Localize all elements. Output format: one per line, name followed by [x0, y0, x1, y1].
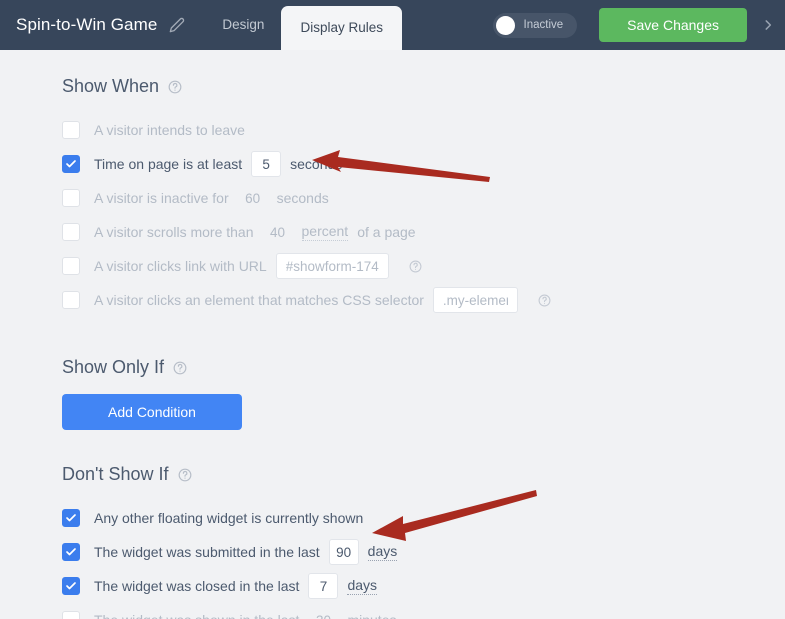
checkbox-widget-shown-in-last[interactable] [62, 611, 80, 619]
rule-other-floating-widget-shown: Any other floating widget is currently s… [62, 501, 785, 535]
rule-visitor-intends-to-leave: A visitor intends to leave [62, 113, 785, 147]
dont-show-if-header: Don't Show If [62, 464, 785, 485]
help-circle-icon[interactable] [178, 468, 192, 482]
visitor-clicks-link-url-input[interactable] [275, 253, 389, 279]
help-circle-icon[interactable] [538, 294, 551, 307]
widget-closed-input[interactable] [308, 573, 339, 599]
chevron-right-icon[interactable] [761, 16, 775, 34]
rule-label: Any other floating widget is currently s… [94, 510, 364, 526]
checkbox-visitor-inactive[interactable] [62, 189, 80, 207]
checkbox-other-floating-widget-shown[interactable] [62, 509, 80, 527]
dont-show-if-title: Don't Show If [62, 464, 169, 484]
rule-visitor-clicks-css-selector: A visitor clicks an element that matches… [62, 283, 785, 317]
header-right-group: Inactive Save Changes [492, 0, 785, 50]
widget-submitted-input[interactable] [328, 539, 359, 565]
widget-submitted-unit-dropdown[interactable]: days [367, 543, 398, 561]
widget-shown-input[interactable] [308, 607, 339, 619]
toggle-label: Inactive [523, 19, 564, 31]
widget-closed-unit-dropdown[interactable]: days [347, 577, 378, 595]
css-selector-input[interactable] [432, 287, 518, 313]
visitor-scrolls-trailing-text: of a page [357, 224, 416, 240]
save-changes-button[interactable]: Save Changes [599, 8, 747, 42]
checkbox-widget-submitted-in-last[interactable] [62, 543, 80, 561]
rule-visitor-scrolls: A visitor scrolls more than percent of a… [62, 215, 785, 249]
time-on-page-unit: seconds [290, 156, 343, 172]
rule-label: A visitor clicks an element that matches… [94, 292, 424, 308]
toggle-knob [495, 15, 515, 35]
show-when-section: Show When A visitor intends to leave Tim… [62, 76, 785, 317]
add-condition-button[interactable]: Add Condition [62, 394, 242, 430]
visitor-inactive-input[interactable] [237, 185, 268, 211]
app-header: Spin-to-Win Game Design Display Rules In… [0, 0, 785, 50]
rule-label: A visitor intends to leave [94, 122, 245, 138]
checkbox-time-on-page[interactable] [62, 155, 80, 173]
rule-label: A visitor is inactive for [94, 190, 229, 206]
time-on-page-input[interactable] [251, 151, 282, 177]
rule-label: The widget was closed in the last [94, 578, 300, 594]
help-circle-icon[interactable] [173, 361, 187, 375]
page-title: Spin-to-Win Game [16, 15, 158, 34]
visitor-scrolls-input[interactable] [262, 219, 293, 245]
rule-visitor-inactive: A visitor is inactive for seconds [62, 181, 785, 215]
checkbox-visitor-clicks-link[interactable] [62, 257, 80, 275]
checkbox-visitor-clicks-css-selector[interactable] [62, 291, 80, 309]
rule-label: Time on page is at least [94, 156, 243, 172]
tab-display-rules[interactable]: Display Rules [281, 6, 402, 50]
show-only-if-title: Show Only If [62, 357, 165, 377]
tab-design[interactable]: Design [205, 0, 281, 50]
checkbox-visitor-scrolls[interactable] [62, 223, 80, 241]
dont-show-if-section: Don't Show If Any other floating widget … [62, 464, 785, 619]
help-circle-icon[interactable] [409, 260, 422, 273]
rule-visitor-clicks-link: A visitor clicks link with URL [62, 249, 785, 283]
active-inactive-toggle[interactable]: Inactive [492, 12, 578, 38]
show-when-header: Show When [62, 76, 785, 97]
header-tabs: Design Display Rules [205, 0, 402, 50]
rule-widget-closed-in-last: The widget was closed in the last days [62, 569, 785, 603]
show-only-if-section: Show Only If Add Condition [62, 357, 785, 430]
visitor-scrolls-unit-dropdown[interactable]: percent [301, 223, 349, 241]
rule-widget-shown-in-last: The widget was shown in the last minutes [62, 603, 785, 619]
checkbox-visitor-intends-to-leave[interactable] [62, 121, 80, 139]
checkbox-widget-closed-in-last[interactable] [62, 577, 80, 595]
visitor-inactive-unit: seconds [276, 190, 329, 206]
help-circle-icon[interactable] [168, 80, 182, 94]
pencil-icon[interactable] [169, 17, 185, 33]
header-left-group: Spin-to-Win Game [0, 0, 185, 50]
rule-widget-submitted-in-last: The widget was submitted in the last day… [62, 535, 785, 569]
show-only-if-header: Show Only If [62, 357, 785, 378]
rule-label: The widget was shown in the last [94, 612, 299, 619]
show-when-title: Show When [62, 76, 160, 96]
rule-label: A visitor scrolls more than [94, 224, 254, 240]
rule-label: The widget was submitted in the last [94, 544, 320, 560]
rule-label: A visitor clicks link with URL [94, 258, 267, 274]
widget-shown-unit: minutes [347, 612, 396, 619]
rule-time-on-page: Time on page is at least seconds [62, 147, 785, 181]
display-rules-panel: Show When A visitor intends to leave Tim… [0, 50, 785, 619]
